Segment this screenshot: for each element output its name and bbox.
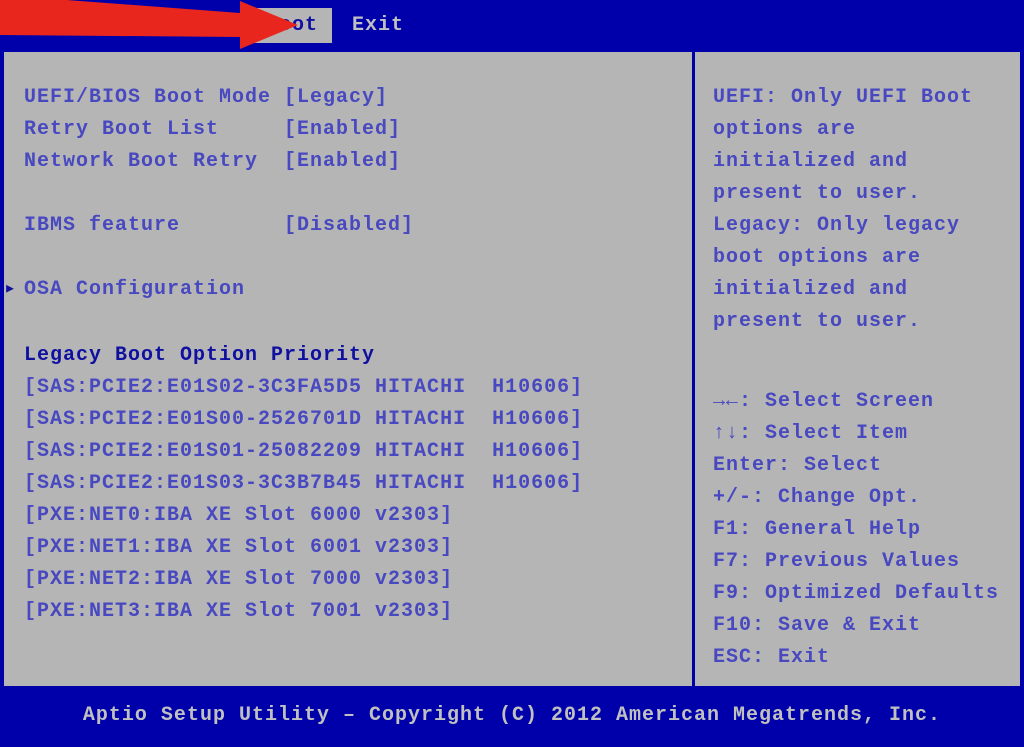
boot-entry[interactable]: [SAS:PCIE2:E01S00-2526701D HITACHI H1060… (24, 404, 680, 436)
priority-header: Legacy Boot Option Priority (24, 340, 680, 372)
help-description: UEFI: Only UEFI Boot options are initial… (713, 82, 1010, 338)
boot-entry[interactable]: [SAS:PCIE2:E01S01-25082209 HITACHI H1060… (24, 436, 680, 468)
tab-boot[interactable]: Boot (252, 8, 332, 43)
submenu-label: OSA Configuration (24, 278, 245, 301)
tab-advanced[interactable]: Advanced (114, 8, 246, 43)
setting-ibms[interactable]: IBMS feature [Disabled] (24, 210, 680, 242)
main-panel: UEFI/BIOS Boot Mode [Legacy] Retry Boot … (4, 52, 695, 686)
setting-label: Network Boot Retry (24, 146, 284, 178)
key-hint: ESC: Exit (713, 642, 1010, 674)
setting-label: IBMS feature (24, 210, 284, 242)
setting-retry-boot[interactable]: Retry Boot List [Enabled] (24, 114, 680, 146)
boot-entry[interactable]: [PXE:NET1:IBA XE Slot 6001 v2303] (24, 532, 680, 564)
key-hint: ↑↓: Select Item (713, 418, 1010, 450)
setting-boot-mode[interactable]: UEFI/BIOS Boot Mode [Legacy] (24, 82, 680, 114)
submenu-arrow-icon: ▸ (4, 274, 17, 306)
setting-label: Retry Boot List (24, 114, 284, 146)
boot-entry[interactable]: [PXE:NET3:IBA XE Slot 7001 v2303] (24, 596, 680, 628)
submenu-osa[interactable]: ▸ OSA Configuration (24, 274, 680, 306)
setting-value: [Disabled] (284, 210, 414, 242)
key-hint: Enter: Select (713, 450, 1010, 482)
key-hint: F1: General Help (713, 514, 1010, 546)
footer-copyright: Aptio Setup Utility – Copyright (C) 2012… (0, 688, 1024, 747)
setting-label: UEFI/BIOS Boot Mode (24, 82, 284, 114)
tab-exit[interactable]: Exit (338, 8, 418, 43)
menu-bar: Main Advanced Boot Exit (0, 0, 1024, 50)
setting-value: [Enabled] (284, 114, 401, 146)
key-hint: F7: Previous Values (713, 546, 1010, 578)
setting-value: [Enabled] (284, 146, 401, 178)
boot-entry[interactable]: [PXE:NET2:IBA XE Slot 7000 v2303] (24, 564, 680, 596)
key-hint: F9: Optimized Defaults (713, 578, 1010, 610)
help-panel: UEFI: Only UEFI Boot options are initial… (695, 52, 1020, 686)
setting-value: [Legacy] (284, 82, 388, 114)
setting-network-retry[interactable]: Network Boot Retry [Enabled] (24, 146, 680, 178)
boot-entry[interactable]: [PXE:NET0:IBA XE Slot 6000 v2303] (24, 500, 680, 532)
key-hint: →←: Select Screen (713, 386, 1010, 418)
tab-main[interactable]: Main (28, 8, 108, 43)
boot-entry[interactable]: [SAS:PCIE2:E01S03-3C3B7B45 HITACHI H1060… (24, 468, 680, 500)
key-hint: +/-: Change Opt. (713, 482, 1010, 514)
content-area: UEFI/BIOS Boot Mode [Legacy] Retry Boot … (2, 50, 1022, 688)
key-hint: F10: Save & Exit (713, 610, 1010, 642)
boot-entry[interactable]: [SAS:PCIE2:E01S02-3C3FA5D5 HITACHI H1060… (24, 372, 680, 404)
